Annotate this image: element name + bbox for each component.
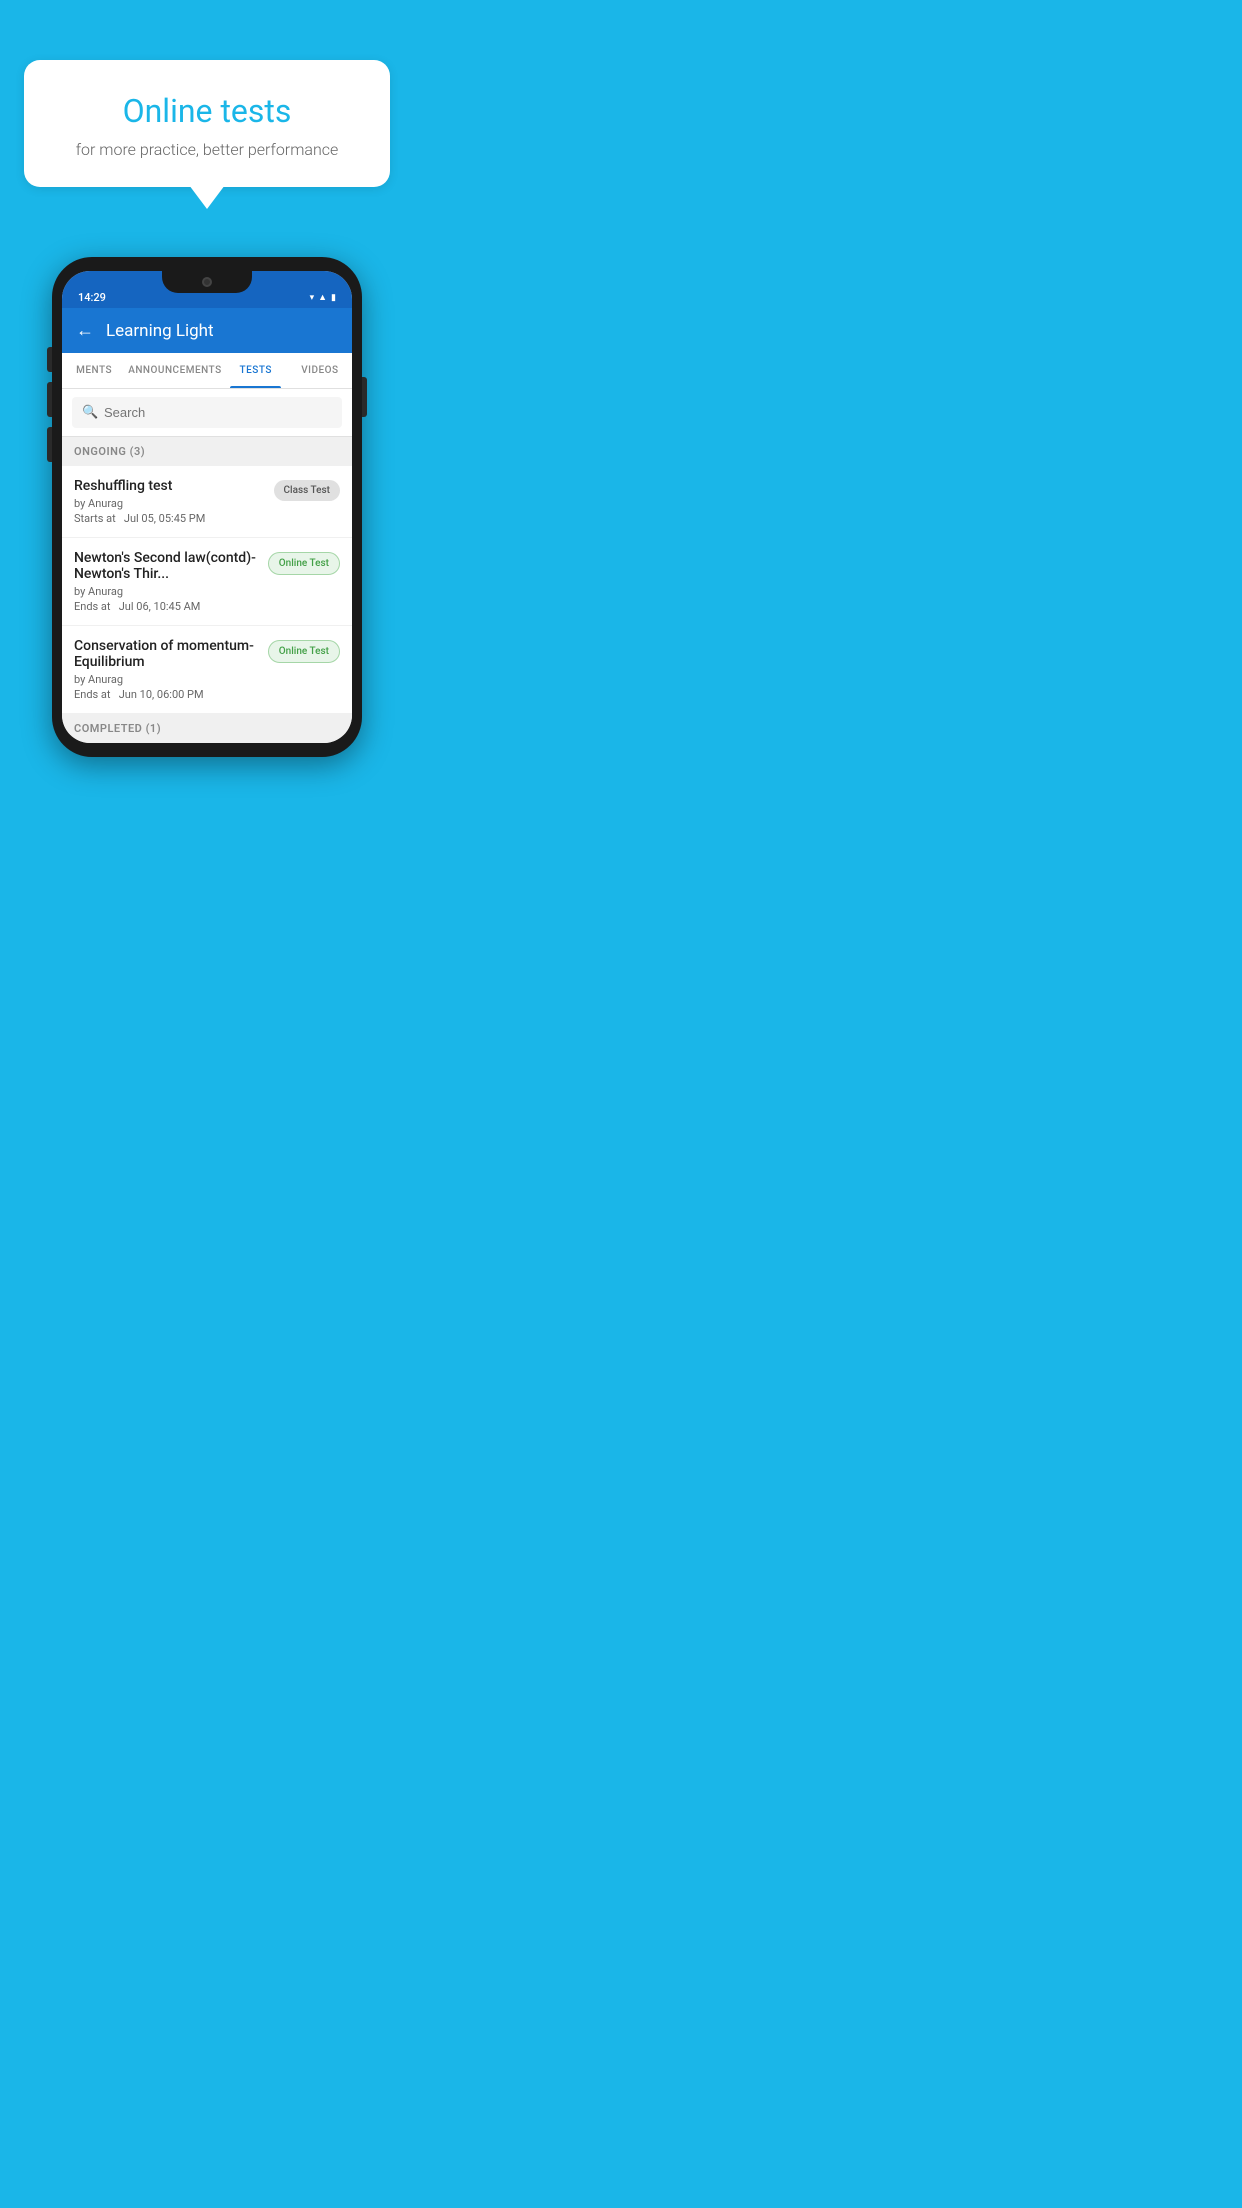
app-title: Learning Light bbox=[106, 321, 214, 341]
phone-camera bbox=[202, 277, 212, 287]
speech-bubble: Online tests for more practice, better p… bbox=[24, 60, 390, 187]
test-time: Ends at Jul 06, 10:45 AM bbox=[74, 600, 260, 613]
test-badge-online: Online Test bbox=[268, 552, 340, 575]
tab-ments[interactable]: MENTS bbox=[62, 353, 126, 388]
phone-screen: 14:29 ▾ ▲ ▮ ← Learning Light MENTS ANNOU… bbox=[62, 271, 352, 743]
back-button[interactable]: ← bbox=[76, 320, 94, 341]
volume-up-button bbox=[47, 382, 52, 417]
app-header: ← Learning Light bbox=[62, 308, 352, 353]
status-time: 14:29 bbox=[78, 291, 106, 304]
tab-announcements[interactable]: ANNOUNCEMENTS bbox=[126, 353, 223, 388]
volume-down-button bbox=[47, 427, 52, 462]
search-input[interactable] bbox=[72, 397, 342, 428]
test-item[interactable]: Conservation of momentum-Equilibrium by … bbox=[62, 626, 352, 714]
wifi-icon: ▾ bbox=[310, 293, 315, 303]
test-item[interactable]: Reshuffling test by Anurag Starts at Jul… bbox=[62, 466, 352, 538]
test-name: Reshuffling test bbox=[74, 478, 266, 494]
tabs-container: MENTS ANNOUNCEMENTS TESTS VIDEOS bbox=[62, 353, 352, 389]
phone-mockup: 14:29 ▾ ▲ ▮ ← Learning Light MENTS ANNOU… bbox=[52, 257, 362, 757]
ongoing-section-label: ONGOING (3) bbox=[62, 437, 352, 466]
test-author: by Anurag bbox=[74, 673, 260, 686]
volume-silent-button bbox=[47, 347, 52, 372]
tab-videos[interactable]: VIDEOS bbox=[288, 353, 352, 388]
test-author: by Anurag bbox=[74, 497, 266, 510]
search-icon: 🔍 bbox=[82, 405, 98, 420]
promo-section: Online tests for more practice, better p… bbox=[0, 0, 414, 207]
test-badge-online: Online Test bbox=[268, 640, 340, 663]
power-button bbox=[362, 377, 367, 417]
test-name: Newton's Second law(contd)-Newton's Thir… bbox=[74, 550, 260, 582]
search-container: 🔍 bbox=[62, 389, 352, 437]
battery-icon: ▮ bbox=[331, 293, 336, 303]
test-author: by Anurag bbox=[74, 585, 260, 598]
signal-icon: ▲ bbox=[318, 292, 327, 303]
test-info: Reshuffling test by Anurag Starts at Jul… bbox=[74, 478, 274, 525]
test-time: Ends at Jun 10, 06:00 PM bbox=[74, 688, 260, 701]
test-info: Newton's Second law(contd)-Newton's Thir… bbox=[74, 550, 268, 613]
test-item[interactable]: Newton's Second law(contd)-Newton's Thir… bbox=[62, 538, 352, 626]
tab-tests[interactable]: TESTS bbox=[224, 353, 288, 388]
phone-outer: 14:29 ▾ ▲ ▮ ← Learning Light MENTS ANNOU… bbox=[52, 257, 362, 757]
phone-notch bbox=[162, 271, 252, 293]
test-time: Starts at Jul 05, 05:45 PM bbox=[74, 512, 266, 525]
completed-section-label: COMPLETED (1) bbox=[62, 714, 352, 743]
test-badge-class: Class Test bbox=[274, 480, 340, 501]
test-info: Conservation of momentum-Equilibrium by … bbox=[74, 638, 268, 701]
test-name: Conservation of momentum-Equilibrium bbox=[74, 638, 260, 670]
bubble-subtitle: for more practice, better performance bbox=[48, 140, 366, 159]
bubble-title: Online tests bbox=[48, 92, 366, 130]
status-icons: ▾ ▲ ▮ bbox=[310, 292, 336, 303]
search-wrapper: 🔍 bbox=[72, 397, 342, 428]
